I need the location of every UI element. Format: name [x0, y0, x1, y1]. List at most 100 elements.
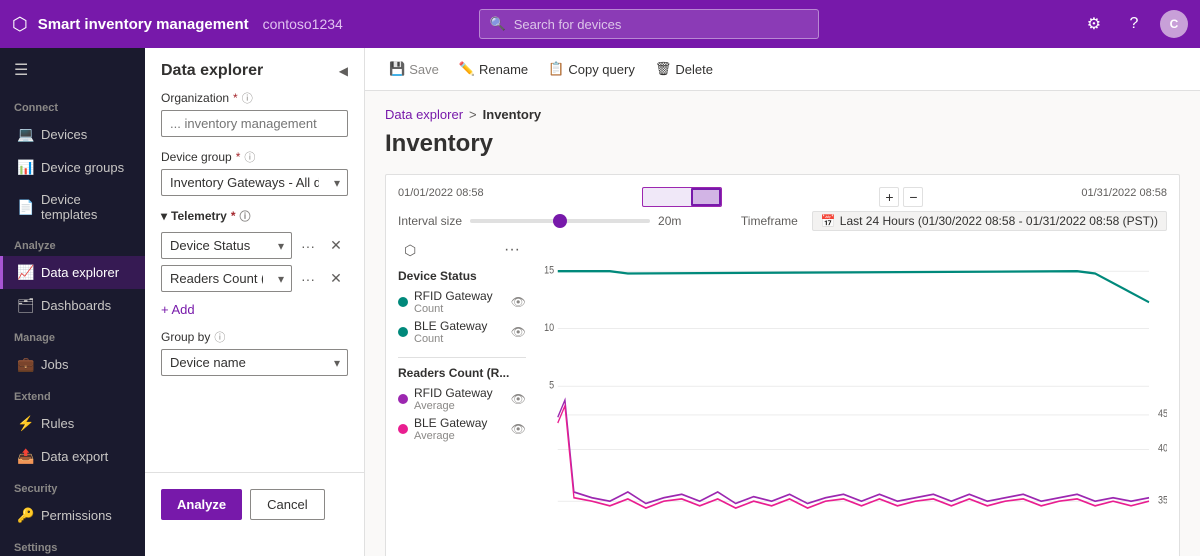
chart-top-row: 01/01/2022 08:58 + − 01/31/2022 08:58 — [398, 187, 1167, 207]
calendar-icon: 📅 — [821, 214, 836, 228]
legend-divider — [398, 357, 526, 358]
rename-button[interactable]: ✏️ Rename — [451, 56, 536, 82]
legend-dot-0-1 — [398, 327, 408, 337]
user-avatar[interactable]: C — [1160, 10, 1188, 38]
telemetry-select-wrap-0: Device Status — [161, 232, 292, 259]
device-group-label: Device group * ⓘ — [161, 149, 348, 165]
telemetry-remove-btn-1[interactable]: ✕ — [324, 267, 348, 291]
interval-slider[interactable] — [470, 219, 650, 223]
timeframe-value: Last 24 Hours (01/30/2022 08:58 - 01/31/… — [840, 214, 1158, 228]
devices-icon: 💻 — [17, 126, 33, 143]
legend-item-1-1: BLE Gateway Average 👁 — [398, 416, 526, 442]
dashboards-icon: 🗂 — [17, 297, 33, 314]
sidebar: ☰ Connect 💻 Devices 📊 Device groups 📄 De… — [0, 48, 145, 556]
rules-icon: ⚡ — [17, 415, 33, 432]
telemetry-select-0[interactable]: Device Status — [161, 232, 292, 259]
groupby-select-wrap: Device name Device type — [161, 349, 348, 376]
svg-text:5: 5 — [549, 380, 554, 392]
panel-collapse-button[interactable]: ◀ — [339, 64, 348, 78]
legend-text-1-0: RFID Gateway Average — [414, 386, 493, 412]
sidebar-item-rules[interactable]: ⚡ Rules — [0, 407, 145, 440]
sidebar-item-permissions[interactable]: 🔑 Permissions — [0, 499, 145, 532]
legend-group-title-0: Device Status — [398, 269, 526, 283]
permissions-icon: 🔑 — [17, 507, 33, 524]
telemetry-row-0: Device Status ··· ✕ — [161, 232, 348, 259]
svg-text:40: 40 — [1158, 443, 1167, 455]
legend-eye-0-1[interactable]: 👁 — [511, 325, 526, 339]
device-groups-icon: 📊 — [17, 159, 33, 176]
middle-panel: Data explorer ◀ Organization * ⓘ Device … — [145, 48, 365, 556]
sidebar-item-device-templates[interactable]: 📄 Device templates — [0, 184, 145, 230]
cancel-button[interactable]: Cancel — [250, 489, 324, 520]
save-button[interactable]: 💾 Save — [381, 56, 447, 82]
telemetry-remove-btn-0[interactable]: ✕ — [324, 234, 348, 258]
telemetry-select-1[interactable]: Readers Count (RF... — [161, 265, 292, 292]
sidebar-item-data-export[interactable]: 📤 Data export — [0, 440, 145, 473]
legend-item-0-0: RFID Gateway Count 👁 — [398, 289, 526, 315]
breadcrumb-parent[interactable]: Data explorer — [385, 107, 463, 122]
telemetry-label: ▾ Telemetry * ⓘ — [161, 208, 348, 224]
device-group-required: * — [236, 150, 241, 164]
svg-text:45: 45 — [1158, 408, 1167, 420]
search-input[interactable] — [514, 17, 808, 32]
chart-svg-area: 15 10 5 45 40 35 — [538, 239, 1167, 556]
sidebar-item-device-groups[interactable]: 📊 Device groups — [0, 151, 145, 184]
telemetry-select-wrap-1: Readers Count (RF... — [161, 265, 292, 292]
chart-container: 01/01/2022 08:58 + − 01/31/2022 08:58 In… — [385, 174, 1180, 556]
analyze-button[interactable]: Analyze — [161, 489, 242, 520]
legend-dot-1-1 — [398, 424, 408, 434]
search-bar[interactable]: 🔍 — [479, 9, 819, 39]
device-group-select-wrap: Inventory Gateways - All devices All dev… — [161, 169, 348, 196]
layers-button[interactable]: ⬡ — [398, 240, 422, 261]
copy-query-button[interactable]: 📋 Copy query — [540, 56, 643, 82]
sidebar-item-data-explorer[interactable]: 📈 Data explorer — [0, 256, 145, 289]
panel-title: Data explorer — [161, 62, 263, 80]
sidebar-item-dashboards[interactable]: 🗂 Dashboards — [0, 289, 145, 322]
zoom-in-button[interactable]: + — [879, 187, 899, 207]
chart-more-button[interactable]: ··· — [498, 239, 526, 261]
search-icon: 🔍 — [490, 16, 506, 32]
legend-panel: ⬡ ··· Device Status RFID Gateway Count — [398, 239, 538, 556]
groupby-section: Group by ⓘ Device name Device type — [145, 329, 364, 388]
breadcrumb-current: Inventory — [483, 107, 542, 122]
app-title: Smart inventory management — [38, 16, 249, 33]
data-export-icon: 📤 — [17, 448, 33, 465]
chart-date-start: 01/01/2022 08:58 — [398, 187, 484, 207]
device-group-select[interactable]: Inventory Gateways - All devices All dev… — [161, 169, 348, 196]
jobs-icon: 💼 — [17, 356, 33, 373]
chart-date-end: 01/31/2022 08:58 — [1081, 187, 1167, 207]
delete-button[interactable]: 🗑 Delete — [647, 56, 721, 82]
add-telemetry-button[interactable]: + Add — [161, 298, 195, 321]
telemetry-info-icon[interactable]: ⓘ — [240, 208, 251, 224]
legend-eye-1-1[interactable]: 👁 — [511, 422, 526, 436]
topbar-actions: ⚙ ? C — [1080, 10, 1188, 38]
telemetry-more-btn-1[interactable]: ··· — [296, 267, 320, 291]
device-group-info-icon[interactable]: ⓘ — [244, 149, 255, 165]
sidebar-item-devices[interactable]: 💻 Devices — [0, 118, 145, 151]
groupby-select[interactable]: Device name Device type — [161, 349, 348, 376]
help-button[interactable]: ? — [1120, 10, 1148, 38]
organization-info-icon[interactable]: ⓘ — [242, 90, 253, 106]
organization-label: Organization * ⓘ — [161, 90, 348, 106]
telemetry-required: * — [231, 209, 236, 223]
settings-button[interactable]: ⚙ — [1080, 10, 1108, 38]
legend-eye-1-0[interactable]: 👁 — [511, 392, 526, 406]
slider-thumb[interactable] — [553, 214, 567, 228]
svg-text:35: 35 — [1158, 495, 1167, 507]
legend-eye-0-0[interactable]: 👁 — [511, 295, 526, 309]
hamburger-button[interactable]: ☰ — [0, 48, 145, 92]
sidebar-section-security: Security — [0, 473, 145, 499]
sidebar-item-jobs[interactable]: 💼 Jobs — [0, 348, 145, 381]
rename-icon: ✏️ — [459, 61, 475, 77]
svg-text:15: 15 — [544, 265, 554, 277]
timeframe-badge[interactable]: 📅 Last 24 Hours (01/30/2022 08:58 - 01/3… — [812, 211, 1167, 231]
panel-header: Data explorer ◀ — [145, 48, 364, 90]
app-logo: ⬡ — [12, 14, 28, 35]
zoom-out-button[interactable]: − — [903, 187, 923, 207]
groupby-info-icon[interactable]: ⓘ — [214, 329, 225, 345]
organization-input[interactable] — [161, 110, 348, 137]
sidebar-section-manage: Manage — [0, 322, 145, 348]
data-explorer-icon: 📈 — [17, 264, 33, 281]
telemetry-more-btn-0[interactable]: ··· — [296, 234, 320, 258]
analyze-footer: Analyze Cancel — [145, 472, 364, 536]
